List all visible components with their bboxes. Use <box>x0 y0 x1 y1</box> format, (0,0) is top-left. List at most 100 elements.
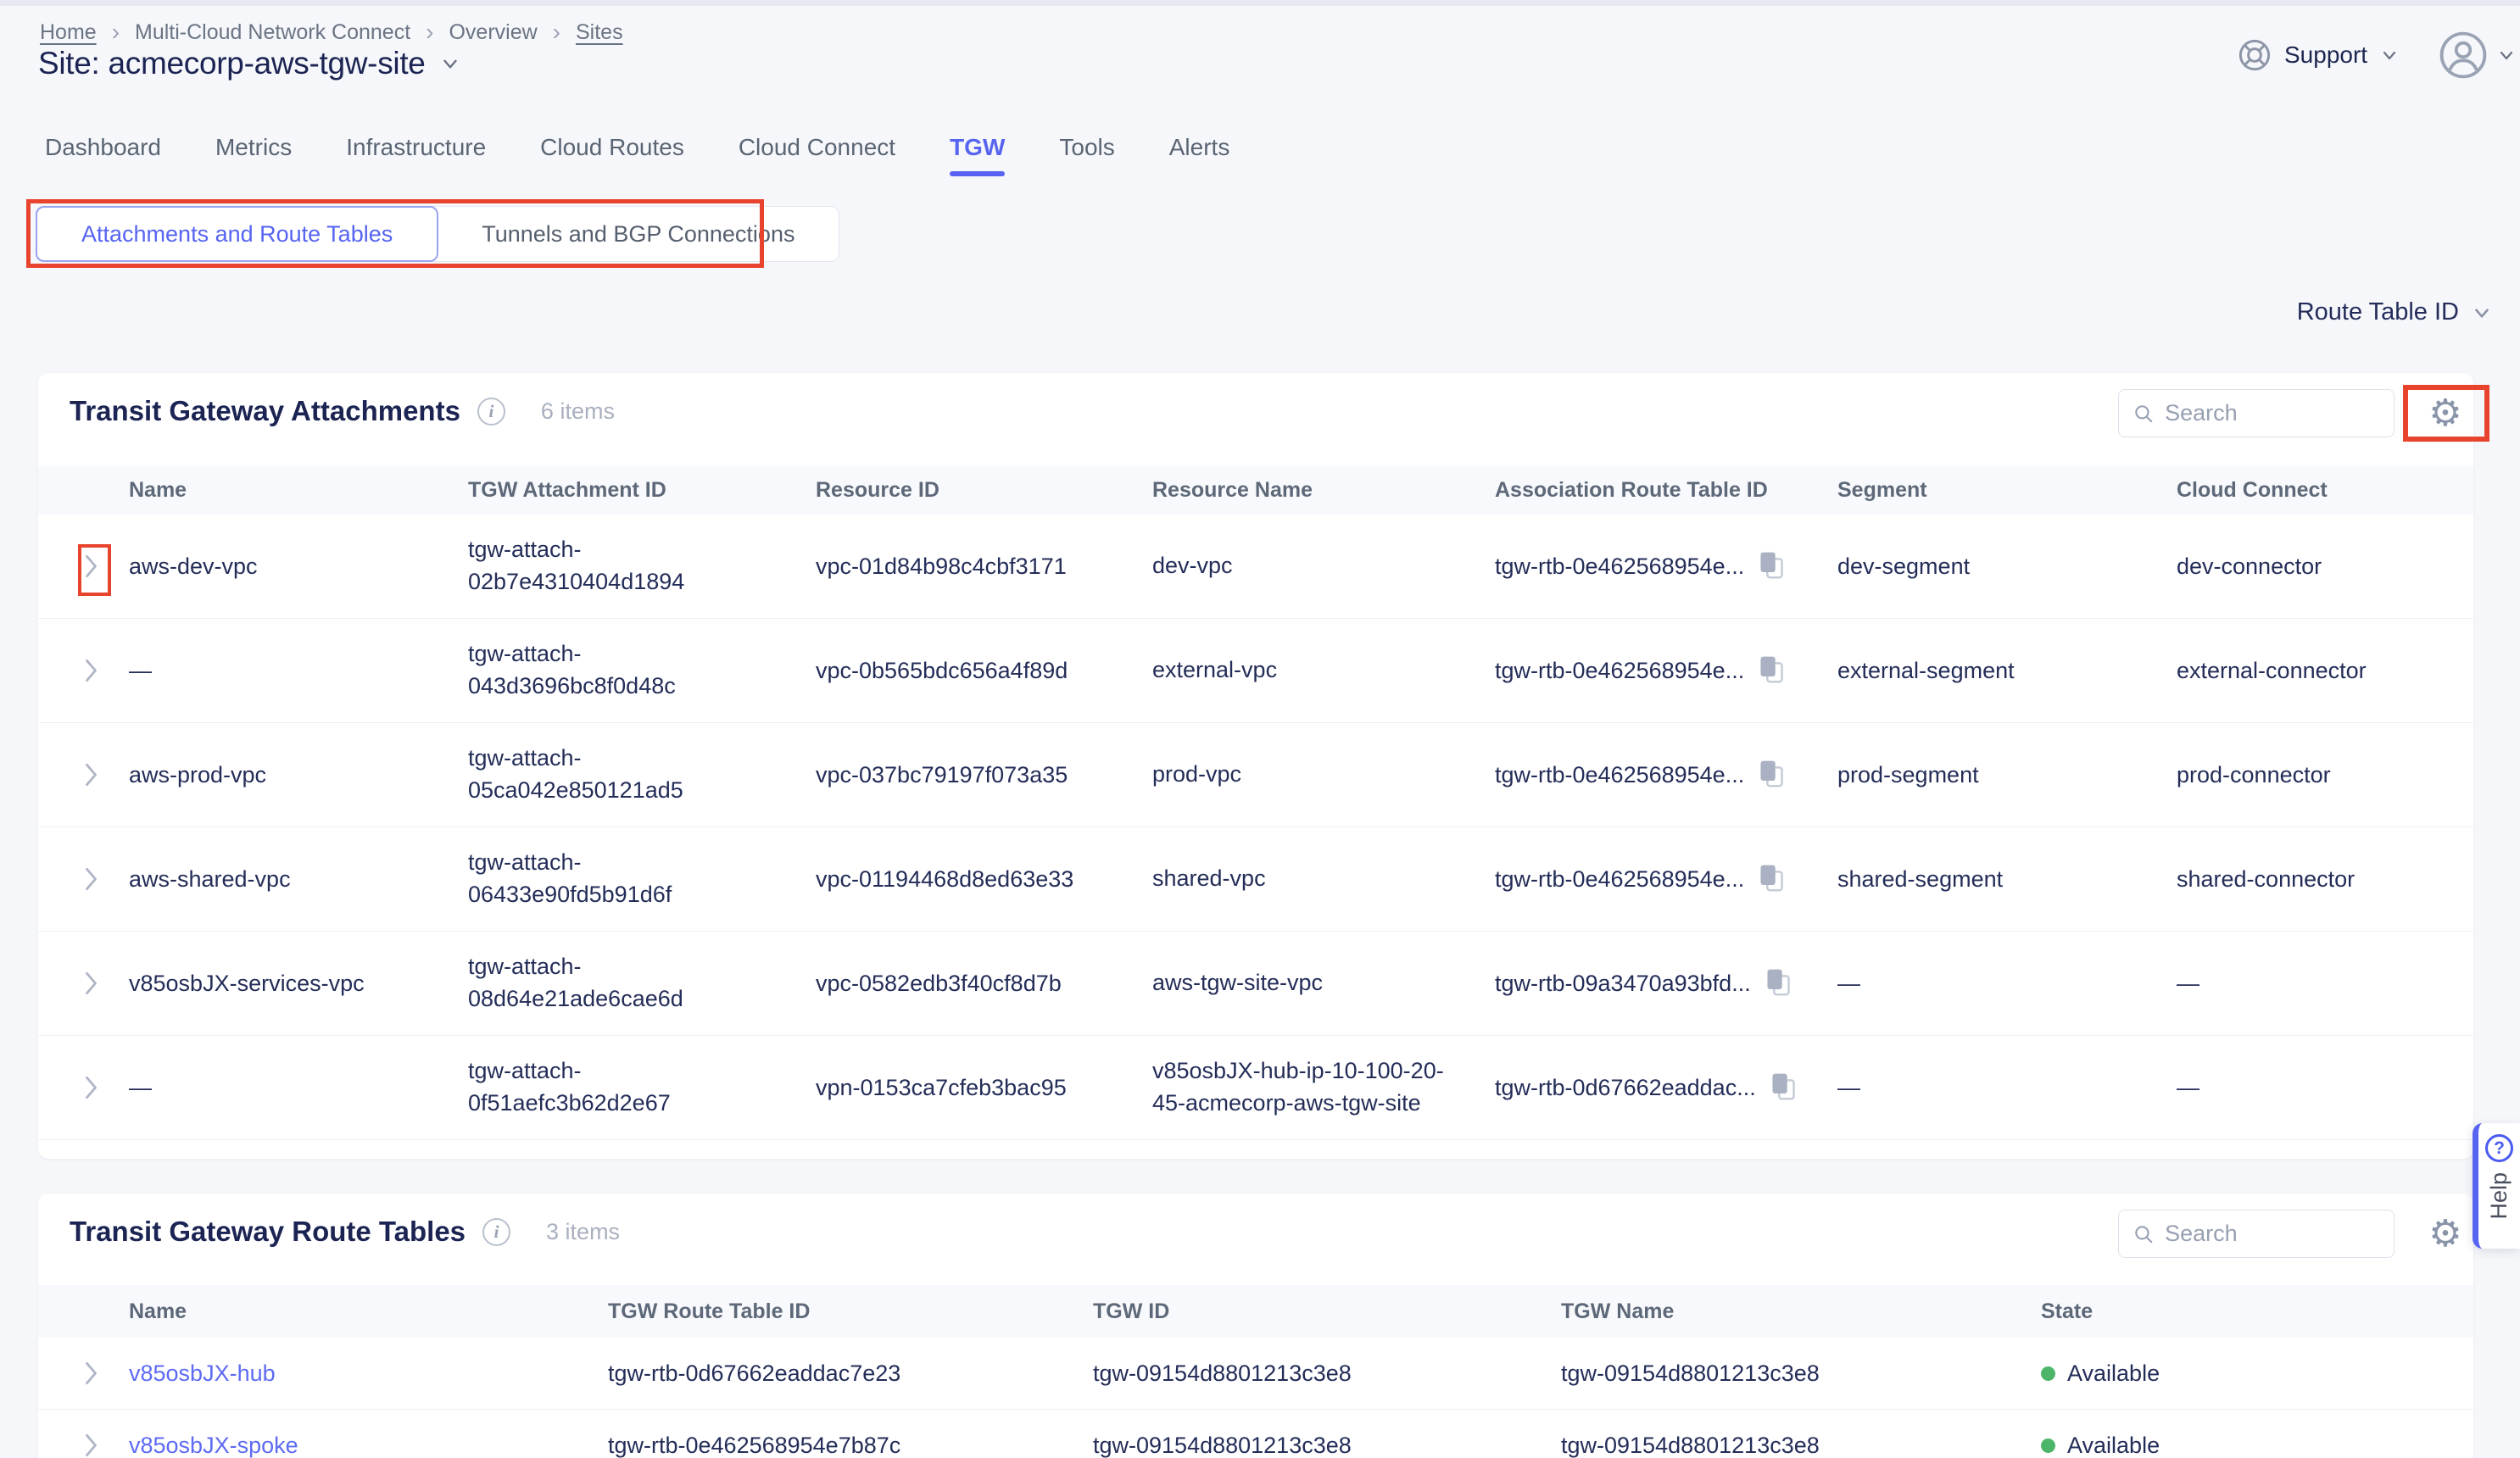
copy-icon[interactable] <box>1765 968 1792 999</box>
association-route-table-id: tgw-rtb-0e462568954e... <box>1495 658 1744 684</box>
route-tables-items-count: 3 items <box>546 1219 620 1245</box>
attachment-row: — tgw-attach-0f51aefc3b62d2e67 vpn-0153c… <box>38 1036 2473 1140</box>
resource-id: vpc-01194468d8ed63e33 <box>816 866 1152 893</box>
copy-icon[interactable] <box>1758 551 1785 582</box>
resource-id: vpc-0582edb3f40cf8d7b <box>816 971 1152 997</box>
attachment-row: aws-shared-vpc tgw-attach-06433e90fd5b91… <box>38 827 2473 932</box>
expand-row-chevron-icon[interactable] <box>38 1433 129 1458</box>
column-header: TGW ID <box>1093 1299 1561 1324</box>
route-tables-info-icon[interactable]: i <box>482 1218 510 1246</box>
support-label: Support <box>2284 42 2367 69</box>
expand-row-chevron-icon[interactable] <box>38 554 129 579</box>
resource-name: dev-vpc <box>1152 550 1233 582</box>
user-menu[interactable] <box>2439 31 2517 80</box>
attachment-row: aws-dev-vpc tgw-attach-02b7e4310404d1894… <box>38 515 2473 619</box>
route-tables-table-body: v85osbJX-hub tgw-rtb-0d67662eaddac7e23 t… <box>38 1338 2473 1458</box>
association-route-table-id: tgw-rtb-0d67662eaddac... <box>1495 1075 1756 1101</box>
status-dot <box>2041 1439 2055 1453</box>
tgw-id: tgw-09154d8801213c3e8 <box>1093 1433 1561 1458</box>
nav-tab[interactable]: Tools <box>1059 134 1114 176</box>
tgw-attachment-id: tgw-attach-0f51aefc3b62d2e67 <box>468 1055 692 1120</box>
breadcrumb-item[interactable]: Sites <box>576 20 623 45</box>
help-tab[interactable]: ? Help <box>2473 1123 2520 1249</box>
breadcrumb-item[interactable]: Overview <box>449 19 576 46</box>
site-switcher-chevron-down-icon[interactable] <box>439 53 461 75</box>
help-question-icon: ? <box>2485 1134 2513 1162</box>
column-header: TGW Route Table ID <box>608 1299 1093 1324</box>
copy-icon[interactable] <box>1770 1072 1797 1103</box>
nav-tab[interactable]: Alerts <box>1169 134 1230 176</box>
nav-tab[interactable]: TGW <box>950 134 1005 176</box>
nav-tab[interactable]: Cloud Routes <box>540 134 684 176</box>
segment: shared-segment <box>1837 866 2177 893</box>
breadcrumb-item[interactable]: Home <box>40 19 135 46</box>
resource-id: vpc-037bc79197f073a35 <box>816 762 1152 788</box>
attachments-title: Transit Gateway Attachments <box>70 395 460 427</box>
nav-tab[interactable]: Cloud Connect <box>739 134 895 176</box>
copy-icon[interactable] <box>1758 864 1785 894</box>
route-tables-table-header: Name TGW Route Table ID TGW ID TGW Name … <box>38 1285 2473 1338</box>
nav-tab[interactable]: Dashboard <box>45 134 161 176</box>
tgw-sub-tabs: Attachments and Route TablesTunnels and … <box>36 206 839 262</box>
tgw-route-table-id: tgw-rtb-0d67662eaddac7e23 <box>608 1361 1093 1387</box>
expand-row-chevron-icon[interactable] <box>38 762 129 787</box>
attachment-name: — <box>129 658 468 684</box>
breadcrumb-item[interactable]: Multi-Cloud Network Connect <box>135 19 449 46</box>
attachment-name: aws-dev-vpc <box>129 554 468 580</box>
expand-row-chevron-icon[interactable] <box>38 971 129 996</box>
column-header: State <box>2041 1299 2473 1324</box>
route-tables-card-header: Transit Gateway Route Tables i 3 items <box>70 1216 620 1248</box>
route-tables-settings-gear-icon[interactable]: ⚙ <box>2417 1205 2473 1261</box>
column-header: Resource Name <box>1152 478 1495 503</box>
association-route-table-id: tgw-rtb-0e462568954e... <box>1495 762 1744 788</box>
route-tables-search-box <box>2118 1210 2395 1258</box>
segment: dev-segment <box>1837 554 2177 580</box>
resource-name: aws-tgw-site-vpc <box>1152 967 1323 999</box>
segment: prod-segment <box>1837 762 2177 788</box>
expand-row-chevron-icon[interactable] <box>38 1075 129 1100</box>
nav-tab[interactable]: Infrastructure <box>346 134 486 176</box>
expand-row-chevron-icon[interactable] <box>38 1361 129 1386</box>
route-table-id-chevron-down-icon <box>2471 302 2493 324</box>
resource-id: vpn-0153ca7cfeb3bac95 <box>816 1075 1152 1101</box>
resource-id: vpc-0b565bdc656a4f89d <box>816 658 1152 684</box>
search-icon <box>2133 401 2155 426</box>
route-table-id-dropdown[interactable]: Route Table ID <box>2281 298 2493 326</box>
nav-tabs: Dashboard Metrics Infrastructure Cloud Rout… <box>45 134 1229 176</box>
route-table-row: v85osbJX-spoke tgw-rtb-0e462568954e7b87c… <box>38 1410 2473 1458</box>
copy-icon[interactable] <box>1758 655 1785 686</box>
attachment-name: — <box>129 1075 468 1101</box>
expand-row-chevron-icon[interactable] <box>38 658 129 683</box>
route-table-name-link[interactable]: v85osbJX-hub <box>129 1361 276 1386</box>
nav-tab[interactable]: Metrics <box>215 134 292 176</box>
route-table-name-link[interactable]: v85osbJX-spoke <box>129 1433 298 1458</box>
avatar-icon <box>2439 31 2488 80</box>
sub-tab[interactable]: Tunnels and BGP Connections <box>438 207 839 261</box>
sub-tab[interactable]: Attachments and Route Tables <box>36 206 438 262</box>
cloud-connect: — <box>2177 1075 2473 1101</box>
attachments-search-input[interactable] <box>2165 400 2380 426</box>
page-title: Site: acmecorp-aws-tgw-site <box>38 46 426 81</box>
column-header: Segment <box>1837 478 2177 503</box>
attachment-row: v85osbJX-services-vpc tgw-attach-08d64e2… <box>38 932 2473 1036</box>
column-header: Cloud Connect <box>2177 478 2473 503</box>
segment: external-segment <box>1837 658 2177 684</box>
support-menu[interactable]: Support <box>2237 37 2400 73</box>
user-chevron-down-icon <box>2496 45 2517 65</box>
cloud-connect: prod-connector <box>2177 762 2473 788</box>
state-label: Available <box>2067 1433 2160 1458</box>
tgw-name: tgw-09154d8801213c3e8 <box>1561 1433 2041 1458</box>
attachments-settings-gear-icon[interactable]: ⚙ <box>2417 385 2473 441</box>
column-header: TGW Attachment ID <box>468 478 816 503</box>
segment: — <box>1837 971 2177 997</box>
route-tables-search-input[interactable] <box>2165 1221 2380 1247</box>
copy-icon[interactable] <box>1758 760 1785 790</box>
tgw-attachment-id: tgw-attach-08d64e21ade6cae6d <box>468 951 692 1016</box>
attachments-card-header: Transit Gateway Attachments i 6 items <box>70 395 615 427</box>
tgw-attachment-id: tgw-attach-06433e90fd5b91d6f <box>468 847 692 911</box>
expand-row-chevron-icon[interactable] <box>38 866 129 892</box>
resource-name: v85osbJX-hub-ip-10-100-20-45-acmecorp-aw… <box>1152 1055 1456 1120</box>
route-table-row: v85osbJX-hub tgw-rtb-0d67662eaddac7e23 t… <box>38 1338 2473 1410</box>
attachments-info-icon[interactable]: i <box>477 398 505 426</box>
attachments-items-count: 6 items <box>541 398 615 425</box>
